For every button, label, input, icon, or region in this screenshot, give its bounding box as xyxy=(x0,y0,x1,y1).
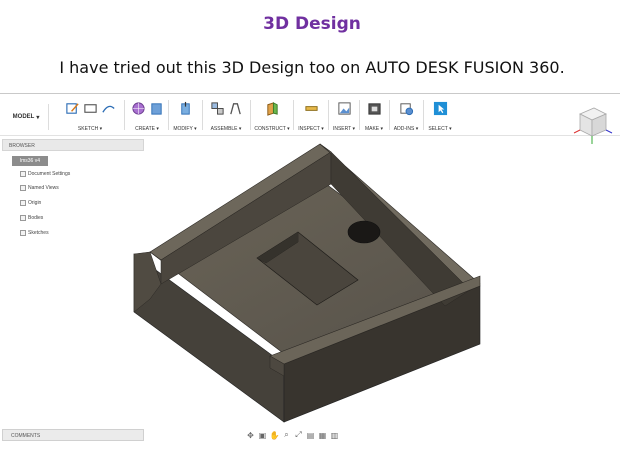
expand-icon[interactable] xyxy=(20,171,26,177)
slide-title: 3D Design xyxy=(263,14,361,34)
browser-item-bodies[interactable]: Bodies xyxy=(20,215,43,221)
expand-icon[interactable] xyxy=(20,200,26,206)
toolbar-modify-label: MODIFY ▾ xyxy=(173,126,197,132)
comments-panel[interactable]: COMMENTS xyxy=(2,429,144,441)
toolbar-insert[interactable]: INSERT ▾ xyxy=(330,98,358,136)
chevron-down-icon: ▾ xyxy=(36,114,40,121)
create-sketch-icon[interactable] xyxy=(65,101,80,116)
browser-item-label: Origin xyxy=(28,200,42,206)
toolbar-assemble-label: ASSEMBLE ▾ xyxy=(210,126,242,132)
toolbar-add-ins[interactable]: ADD-INS ▾ xyxy=(391,98,421,136)
toolbar-separator xyxy=(202,100,203,130)
browser-item-label: Bodies xyxy=(28,215,44,221)
toolbar-select[interactable]: SELECT ▾ xyxy=(425,98,455,136)
toolbar-inspect[interactable]: INSPECT ▾ xyxy=(295,98,327,136)
browser-item-sketches[interactable]: Sketches xyxy=(20,230,49,236)
look-at-icon[interactable]: ▣ xyxy=(257,431,268,440)
toolbar-separator xyxy=(250,100,251,130)
toolbar-separator xyxy=(389,100,390,130)
browser-item-origin[interactable]: Origin xyxy=(20,200,41,206)
browser-item-named-views[interactable]: Named Views xyxy=(20,185,59,191)
toolbar-add-ins-label: ADD-INS ▾ xyxy=(393,126,419,132)
toolbar-select-label: SELECT ▾ xyxy=(428,126,452,132)
toolbar-inspect-label: INSPECT ▾ xyxy=(298,126,324,132)
toolbar-sketch[interactable]: SKETCH ▾ xyxy=(60,98,120,136)
select-cursor-icon[interactable] xyxy=(433,101,448,116)
3d-print-icon[interactable] xyxy=(367,101,382,116)
toolbar-separator xyxy=(168,100,169,130)
workspace-switcher[interactable]: MODEL ▾ xyxy=(4,104,49,130)
workspace-label: MODEL xyxy=(12,114,35,120)
expand-icon[interactable] xyxy=(20,230,26,236)
viewcube[interactable] xyxy=(566,102,614,150)
toolbar-separator xyxy=(359,100,360,130)
grid-settings-icon[interactable]: ▦ xyxy=(317,431,328,440)
comments-label: COMMENTS xyxy=(11,433,41,439)
browser-item-label: Document Settings xyxy=(28,171,71,177)
browser-item-document-settings[interactable]: Document Settings xyxy=(20,171,70,177)
browser-item-label: Sketches xyxy=(28,230,49,236)
toolbar-insert-label: INSERT ▾ xyxy=(332,126,356,132)
toolbar-construct[interactable]: CONSTRUCT ▾ xyxy=(252,98,292,136)
slide-subtitle: I have tried out this 3D Design too on A… xyxy=(59,58,565,77)
measure-icon[interactable] xyxy=(304,101,319,116)
toolbar-construct-label: CONSTRUCT ▾ xyxy=(254,126,290,132)
toolbar-separator xyxy=(423,100,424,130)
insert-image-icon[interactable] xyxy=(337,101,352,116)
box-icon[interactable] xyxy=(149,101,164,116)
toolbar-make[interactable]: MAKE ▾ xyxy=(361,98,387,136)
fit-icon[interactable]: ⤢ xyxy=(293,430,304,440)
fusion360-screenshot: MODEL ▾ SKETCH ▾ CREATE ▾ MODIFY ▾ ASSEM… xyxy=(0,93,620,446)
toolbar-sketch-label: SKETCH ▾ xyxy=(77,126,103,132)
toolbar-separator xyxy=(124,100,125,130)
orbit-icon[interactable]: ✥ xyxy=(245,431,256,440)
joint-icon[interactable] xyxy=(228,101,243,116)
browser-panel-header[interactable]: BROWSER xyxy=(2,139,144,151)
rectangle-icon[interactable] xyxy=(83,101,98,116)
toolbar-assemble[interactable]: ASSEMBLE ▾ xyxy=(204,98,248,136)
toolbar-modify[interactable]: MODIFY ▾ xyxy=(170,98,200,136)
expand-icon[interactable] xyxy=(20,185,26,191)
toolbar-separator xyxy=(328,100,329,130)
line-icon[interactable] xyxy=(101,101,116,116)
browser-root-component[interactable]: lms36 v4 xyxy=(12,156,48,166)
sphere-icon[interactable] xyxy=(131,101,146,116)
expand-icon[interactable] xyxy=(20,215,26,221)
zoom-icon[interactable]: ⌕ xyxy=(281,430,292,440)
pan-icon[interactable]: ✋ xyxy=(269,431,280,440)
browser-item-label: Named Views xyxy=(28,185,59,191)
browser-header-label: BROWSER xyxy=(9,143,35,149)
scripts-add-ins-icon[interactable] xyxy=(399,101,414,116)
toolbar-separator xyxy=(293,100,294,130)
toolbar-make-label: MAKE ▾ xyxy=(364,126,384,132)
toolbar-create-label: CREATE ▾ xyxy=(135,126,159,132)
viewports-icon[interactable]: ▥ xyxy=(329,431,340,440)
press-pull-icon[interactable] xyxy=(178,101,193,116)
toolbar-create[interactable]: CREATE ▾ xyxy=(127,98,167,136)
circular-hole xyxy=(347,220,381,244)
display-settings-icon[interactable]: ▤ xyxy=(305,431,316,440)
offset-plane-icon[interactable] xyxy=(265,101,280,116)
new-component-icon[interactable] xyxy=(210,101,225,116)
navigation-bar: ✥ ▣ ✋ ⌕ ⤢ ▤ ▦ ▥ xyxy=(245,429,375,441)
